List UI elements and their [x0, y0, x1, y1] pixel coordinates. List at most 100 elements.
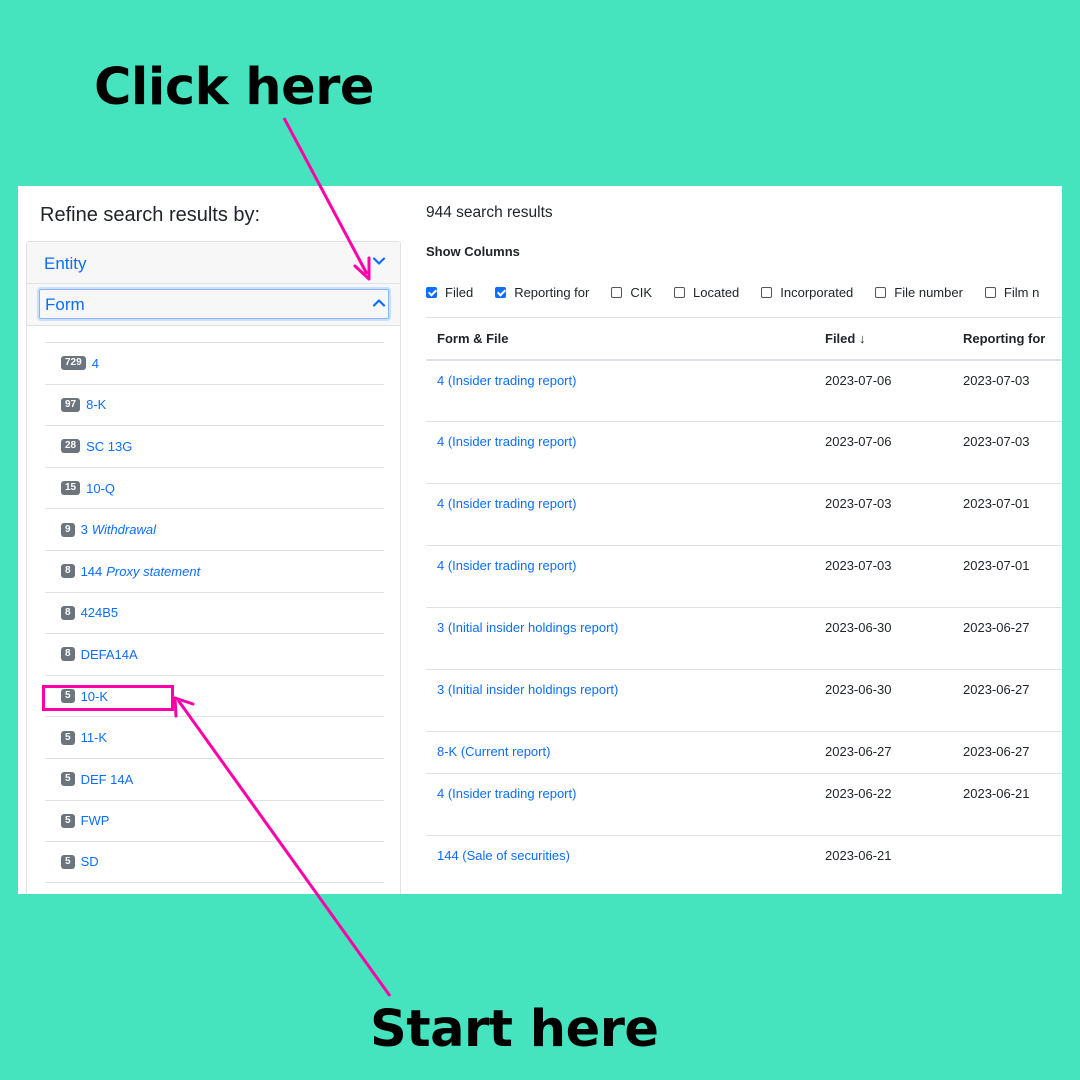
results-table: Form & File Filed ↓ Reporting for 4 (Ins…: [426, 317, 1062, 894]
form-type-link[interactable]: 8-K: [86, 397, 106, 412]
count-badge: 5: [61, 772, 75, 787]
column-toggle-label: Incorporated: [780, 285, 854, 300]
checkbox-checked[interactable]: [426, 287, 437, 298]
facet-form-button[interactable]: Form: [39, 289, 389, 319]
chevron-up-icon[interactable]: [372, 296, 386, 310]
checkbox-unchecked[interactable]: [984, 287, 996, 298]
count-badge: 97: [61, 397, 81, 412]
refine-title: Refine search results by:: [40, 204, 261, 226]
form-type-link[interactable]: SD: [81, 854, 99, 869]
form-type-link[interactable]: 10-Q: [86, 481, 115, 496]
count-badge: 28: [61, 439, 81, 454]
facet-form-label[interactable]: Form: [45, 295, 85, 315]
filed-date: 2023-06-21: [814, 835, 952, 894]
table-row: 3 (Initial insider holdings report) 2023-…: [426, 669, 1062, 732]
form-type-description[interactable]: Proxy statement: [106, 564, 200, 579]
table-row: 4 (Insider trading report) 2023-06-22 2023…: [426, 773, 1062, 836]
col-header-form-file: Form & File: [426, 317, 814, 361]
column-toggle-label: File number: [894, 285, 963, 300]
checkbox-unchecked[interactable]: [761, 287, 773, 298]
form-facet-item[interactable]: 97 8-K: [45, 383, 384, 426]
form-facet-item[interactable]: 5 SD: [45, 841, 384, 883]
form-file-link[interactable]: 144 (Sale of securities): [426, 835, 814, 894]
reporting-date: 2023-06-21: [952, 773, 1062, 836]
form-file-link[interactable]: 8-K (Current report): [426, 731, 814, 774]
count-badge: 5: [61, 854, 75, 869]
form-facet-item[interactable]: 9 3 Withdrawal: [45, 508, 384, 550]
form-type-link[interactable]: 3: [81, 522, 88, 537]
filed-date: 2023-07-03: [814, 483, 952, 546]
column-toggle[interactable]: Film n: [984, 285, 1040, 300]
column-toggle[interactable]: Located: [674, 285, 739, 300]
form-file-link[interactable]: 4 (Insider trading report): [426, 773, 814, 836]
table-row: 4 (Insider trading report) 2023-07-03 2023…: [426, 483, 1062, 546]
count-badge: 5: [61, 730, 75, 745]
form-type-link[interactable]: FWP: [81, 813, 110, 828]
form-facet-list: 729 4 97 8-K 28 SC 13G 15 10-Q 9 3 Withdrawal 8 144 P…: [45, 342, 384, 883]
callout-click-here: Click here: [94, 58, 374, 117]
form-facet-item[interactable]: 5 FWP: [45, 799, 384, 842]
facet-form-header[interactable]: Form: [27, 284, 400, 326]
reporting-date: 2023-06-27: [952, 731, 1062, 774]
column-toggle-label: Located: [693, 285, 740, 300]
form-facet-item[interactable]: 28 SC 13G: [45, 425, 384, 467]
column-toggle[interactable]: CIK: [611, 285, 652, 300]
checkbox-unchecked[interactable]: [611, 287, 623, 298]
form-facet-item[interactable]: 8 144 Proxy statement: [45, 549, 384, 592]
form-file-link[interactable]: 4 (Insider trading report): [426, 483, 814, 546]
column-toggle[interactable]: File number: [875, 285, 963, 300]
chevron-down-icon[interactable]: [372, 254, 386, 268]
column-toggle[interactable]: Filed: [426, 285, 473, 300]
form-type-link[interactable]: DEF 14A: [81, 772, 134, 787]
col-header-filed[interactable]: Filed ↓: [814, 317, 952, 361]
form-file-link[interactable]: 3 (Initial insider holdings report): [426, 607, 814, 670]
form-facet-item[interactable]: 729 4: [45, 342, 384, 384]
checkbox-unchecked[interactable]: [875, 287, 887, 298]
count-badge: 9: [61, 522, 75, 537]
table-row: 3 (Initial insider holdings report) 2023-…: [426, 607, 1062, 670]
form-file-link[interactable]: 4 (Insider trading report): [426, 359, 814, 422]
column-toggle[interactable]: Incorporated: [761, 285, 853, 300]
highlight-box-10k: [42, 685, 174, 711]
checkbox-checked[interactable]: [495, 287, 507, 298]
callout-start-here: Start here: [370, 1000, 659, 1059]
facet-entity-label[interactable]: Entity: [44, 254, 87, 274]
form-file-link[interactable]: 4 (Insider trading report): [426, 545, 814, 608]
filed-date: 2023-06-30: [814, 669, 952, 732]
checkbox-unchecked[interactable]: [674, 287, 686, 298]
column-toggle[interactable]: Reporting for: [495, 285, 589, 300]
column-toggles: Filed Reporting for CIK Located Incorporated…: [426, 285, 1061, 300]
form-type-link[interactable]: 424B5: [81, 605, 119, 620]
reporting-date: 2023-07-03: [952, 421, 1062, 484]
filed-date: 2023-07-06: [814, 359, 952, 422]
form-facet-item[interactable]: 5 11-K: [45, 716, 384, 758]
form-type-link[interactable]: 144: [81, 564, 103, 579]
form-type-link[interactable]: SC 13G: [86, 439, 132, 454]
table-row: 144 (Sale of securities) 2023-06-21: [426, 835, 1062, 894]
filed-date: 2023-07-03: [814, 545, 952, 608]
reporting-date: 2023-06-27: [952, 669, 1062, 732]
form-type-link[interactable]: DEFA14A: [81, 647, 138, 662]
count-badge: 729: [61, 356, 86, 371]
filed-date: 2023-06-22: [814, 773, 952, 836]
reporting-date: 2023-07-03: [952, 359, 1062, 422]
form-facet-item[interactable]: 8 DEFA14A: [45, 633, 384, 675]
column-toggle-label: Film n: [1003, 285, 1040, 300]
reporting-date: [952, 835, 1062, 894]
form-type-link[interactable]: 11-K: [81, 730, 108, 745]
form-facet-item[interactable]: 8 424B5: [45, 591, 384, 634]
count-badge: 8: [61, 605, 75, 620]
count-badge: 15: [61, 481, 81, 496]
form-type-description[interactable]: Withdrawal: [92, 522, 156, 537]
column-toggle-label: Filed: [445, 285, 474, 300]
count-badge: 8: [61, 647, 75, 662]
form-facet-item[interactable]: 5 DEF 14A: [45, 757, 384, 800]
table-row: 4 (Insider trading report) 2023-07-06 2023…: [426, 421, 1062, 484]
facet-entity-header[interactable]: Entity: [27, 242, 400, 284]
form-file-link[interactable]: 4 (Insider trading report): [426, 421, 814, 484]
filed-date: 2023-07-06: [814, 421, 952, 484]
form-type-link[interactable]: 4: [92, 356, 99, 371]
table-row: 4 (Insider trading report) 2023-07-06 2023…: [426, 359, 1062, 422]
form-file-link[interactable]: 3 (Initial insider holdings report): [426, 669, 814, 732]
form-facet-item[interactable]: 15 10-Q: [45, 466, 384, 509]
